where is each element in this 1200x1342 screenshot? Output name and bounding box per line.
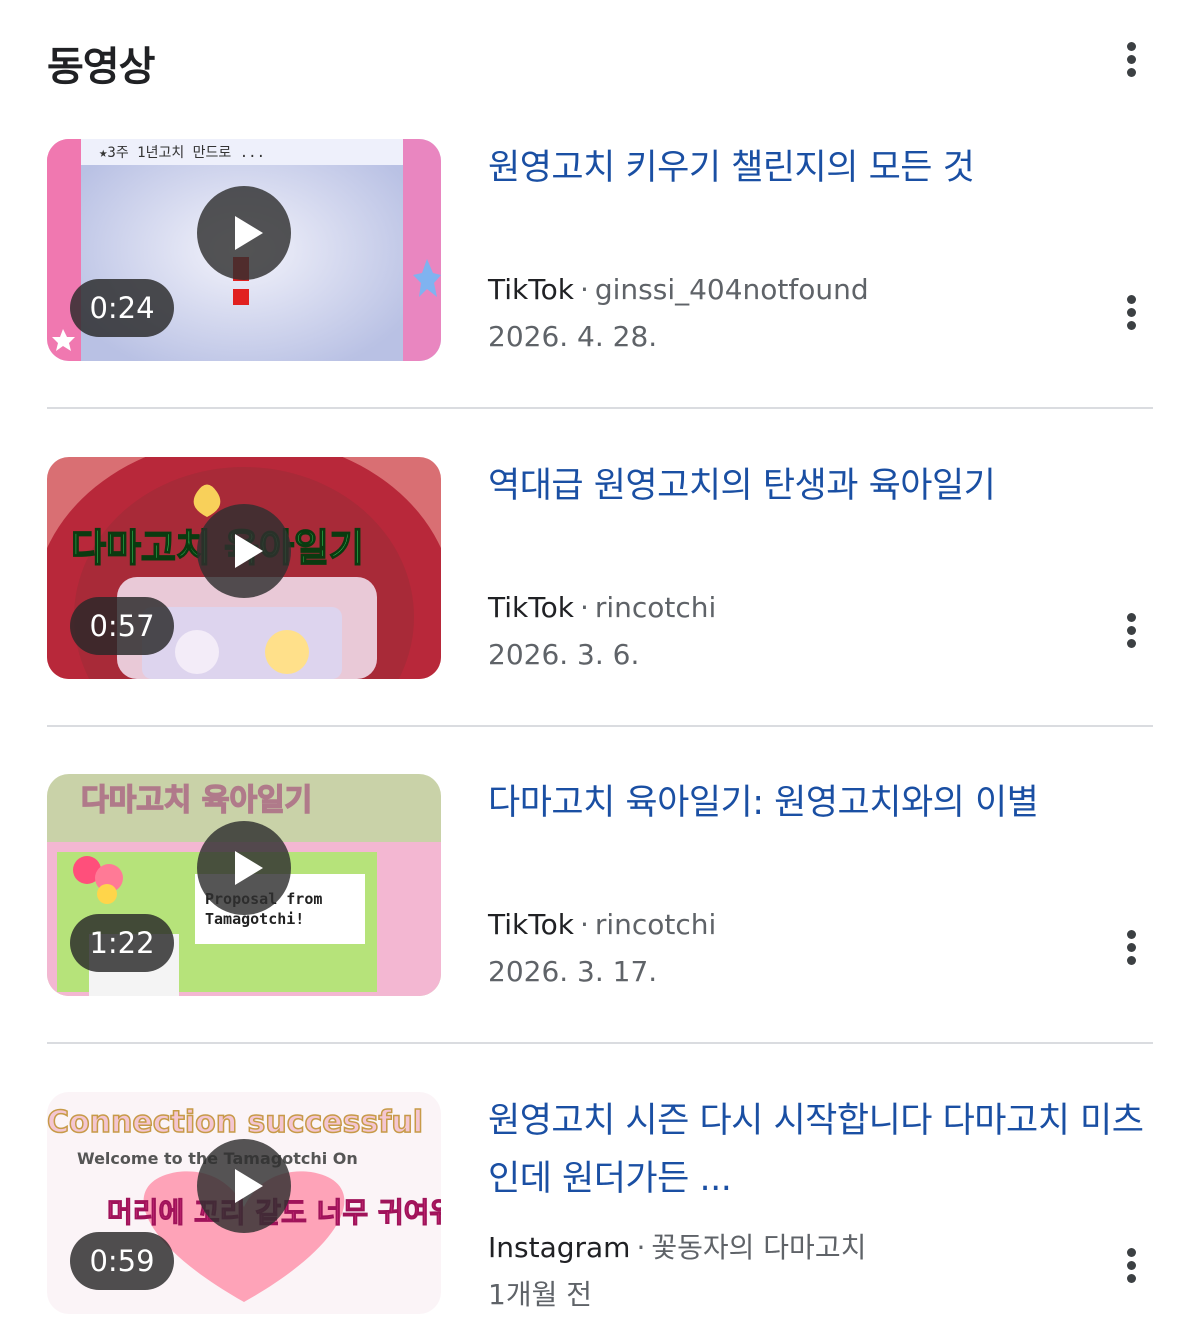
video-source: Instagram <box>488 1231 631 1264</box>
video-author: rincotchi <box>594 908 717 941</box>
video-source: TikTok <box>488 591 574 624</box>
more-vert-icon[interactable] <box>1120 38 1144 82</box>
video-title[interactable]: 역대급 원영고치의 탄생과 육아일기 <box>488 457 1153 515</box>
section-header: 동영상 <box>47 30 1153 90</box>
video-date: 2026. 3. 17. <box>488 955 658 988</box>
video-meta: Instagram · 꽃동자의 다마고치 <box>488 1231 867 1264</box>
more-vert-icon[interactable] <box>1120 1244 1144 1288</box>
video-author: rincotchi <box>594 591 717 624</box>
divider <box>47 725 1153 727</box>
video-result[interactable]: 다마고치 육아일기 0:57 역대급 원영고치의 탄생과 육아일기 TikTok… <box>47 457 1153 679</box>
thumbnail-caption: 다마고치 육아일기 <box>81 783 312 818</box>
play-icon[interactable] <box>197 186 291 280</box>
more-vert-icon[interactable] <box>1120 609 1144 653</box>
video-result[interactable]: Connection successful Welcome to the Tam… <box>47 1092 1153 1314</box>
video-meta: TikTok · rincotchi <box>488 908 717 941</box>
section-title: 동영상 <box>47 44 155 90</box>
play-icon[interactable] <box>197 1139 291 1233</box>
duration-badge: 1:22 <box>70 914 174 972</box>
thumbnail-caption: Connection successful <box>47 1105 423 1140</box>
divider <box>47 407 1153 409</box>
video-result[interactable]: 다마고치 육아일기 Proposal from Tamagotchi! 1:22… <box>47 774 1153 996</box>
video-date: 1개월 전 <box>488 1278 592 1311</box>
video-source: TikTok <box>488 273 574 306</box>
duration-badge: 0:57 <box>70 597 174 655</box>
video-title[interactable]: 원영고치 시즌 다시 시작합니다 다마고치 미츠인데 원더가든 ... <box>488 1092 1153 1208</box>
divider <box>47 1042 1153 1044</box>
duration-badge: 0:59 <box>70 1232 174 1290</box>
play-icon[interactable] <box>197 504 291 598</box>
video-source: TikTok <box>488 908 574 941</box>
more-vert-icon[interactable] <box>1120 291 1144 335</box>
video-author: 꽃동자의 다마고치 <box>651 1231 867 1264</box>
video-result[interactable]: ★3주 1년고치 만드로 ... 0:24 원영고치 키우기 챌린지의 모든 것… <box>47 139 1153 361</box>
more-vert-icon[interactable] <box>1120 926 1144 970</box>
video-thumbnail[interactable]: ★3주 1년고치 만드로 ... 0:24 <box>47 139 441 361</box>
video-meta: TikTok · ginssi_404notfound <box>488 273 869 306</box>
play-icon[interactable] <box>197 821 291 915</box>
video-date: 2026. 3. 6. <box>488 638 640 671</box>
video-thumbnail[interactable]: Connection successful Welcome to the Tam… <box>47 1092 441 1314</box>
duration-badge: 0:24 <box>70 279 174 337</box>
video-thumbnail[interactable]: 다마고치 육아일기 Proposal from Tamagotchi! 1:22 <box>47 774 441 996</box>
video-author: ginssi_404notfound <box>594 273 869 306</box>
video-date: 2026. 4. 28. <box>488 320 658 353</box>
video-thumbnail[interactable]: 다마고치 육아일기 0:57 <box>47 457 441 679</box>
video-meta: TikTok · rincotchi <box>488 591 717 624</box>
video-title[interactable]: 원영고치 키우기 챌린지의 모든 것 <box>488 139 1153 197</box>
video-title[interactable]: 다마고치 육아일기: 원영고치와의 이별 <box>488 774 1153 832</box>
thumbnail-caption: ★3주 1년고치 만드로 ... <box>99 145 265 161</box>
